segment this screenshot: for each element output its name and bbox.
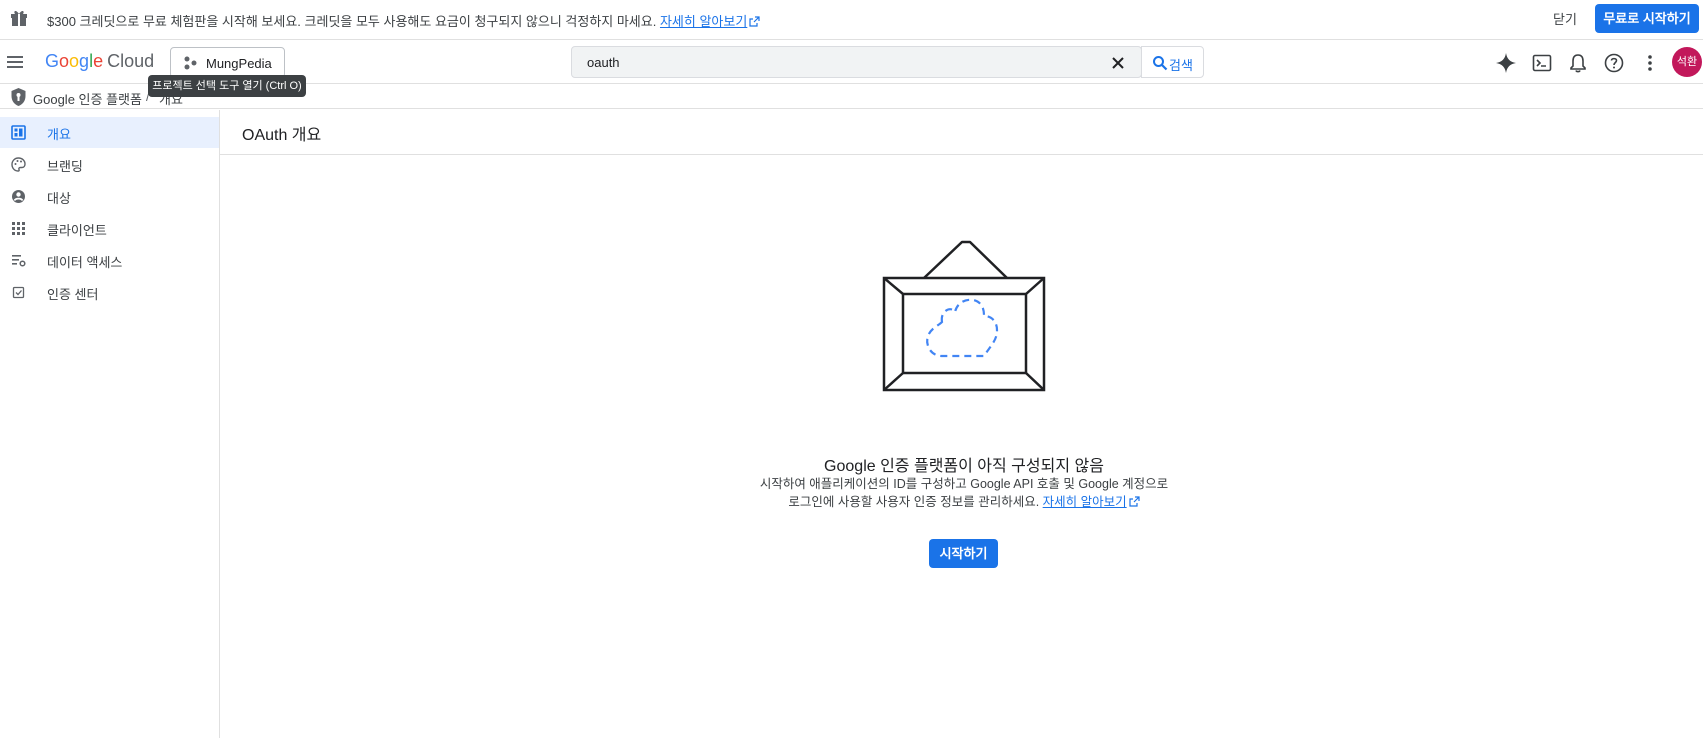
- start-free-button[interactable]: 무료로 시작하기: [1595, 4, 1699, 33]
- sidebar: 개요 브랜딩 대상 클라이언트 데이터 액세스 인증 센터: [0, 110, 220, 738]
- google-cloud-logo[interactable]: Google Cloud: [45, 51, 154, 72]
- sidebar-item-label: 데이터 액세스: [47, 255, 123, 270]
- search-input[interactable]: oauth: [571, 46, 1142, 78]
- search-button-label: 검색: [1169, 58, 1193, 73]
- sidebar-item-clients[interactable]: 클라이언트: [0, 213, 219, 244]
- external-link-icon: [749, 16, 760, 27]
- sidebar-item-label: 개요: [47, 127, 71, 142]
- sidebar-item-label: 대상: [47, 191, 71, 206]
- banner-text: $300 크레딧으로 무료 체험판을 시작해 보세요. 크레딧을 모두 사용해도…: [47, 14, 657, 29]
- clear-search-icon[interactable]: [1109, 54, 1127, 72]
- sidebar-item-label: 클라이언트: [47, 223, 107, 238]
- menu-icon[interactable]: [5, 52, 25, 72]
- sidebar-item-audience[interactable]: 대상: [0, 181, 219, 212]
- account-circle-icon: [12, 190, 25, 203]
- more-vert-icon[interactable]: [1639, 52, 1661, 74]
- project-picker-tooltip: 프로젝트 선택 도구 열기 (Ctrl O): [148, 75, 306, 97]
- sidebar-item-branding[interactable]: 브랜딩: [0, 149, 219, 180]
- empty-desc-line2: 로그인에 사용할 사용자 인증 정보를 관리하세요. 자세히 알아보기: [700, 493, 1228, 511]
- promo-banner: $300 크레딧으로 무료 체험판을 시작해 보세요. 크레딧을 모두 사용해도…: [0, 0, 1703, 40]
- data-settings-icon: [12, 255, 26, 267]
- empty-learn-more-link[interactable]: 자세히 알아보기: [1043, 495, 1140, 509]
- page-title: OAuth 개요: [242, 127, 322, 144]
- search-icon: [1153, 56, 1168, 71]
- banner-message: $300 크레딧으로 무료 체험판을 시작해 보세요. 크레딧을 모두 사용해도…: [47, 11, 760, 30]
- get-started-button[interactable]: 시작하기: [929, 539, 998, 568]
- banner-close-button[interactable]: 닫기: [1543, 8, 1587, 32]
- external-link-icon: [1129, 496, 1140, 507]
- empty-state-description: 시작하여 애플리케이션의 ID를 구성하고 Google API 호출 및 Go…: [700, 475, 1228, 511]
- logo-google: Google: [45, 51, 104, 71]
- help-icon[interactable]: [1603, 52, 1625, 74]
- project-picker-button[interactable]: MungPedia: [170, 47, 285, 78]
- cloud-shell-terminal-icon[interactable]: [1531, 52, 1553, 74]
- empty-desc-text: 로그인에 사용할 사용자 인증 정보를 관리하세요.: [788, 495, 1040, 509]
- sidebar-item-label: 인증 센터: [47, 287, 99, 302]
- palette-icon: [11, 157, 26, 172]
- dashboard-icon: [11, 125, 26, 140]
- search-value: oauth: [587, 55, 620, 70]
- gemini-sparkle-icon[interactable]: [1495, 52, 1517, 74]
- empty-state-frame-cloud-icon: [882, 240, 1046, 392]
- sidebar-item-overview[interactable]: 개요: [0, 117, 219, 148]
- search-button[interactable]: 검색: [1141, 46, 1204, 78]
- sidebar-item-verification-center[interactable]: 인증 센터: [0, 277, 219, 308]
- apps-grid-icon: [12, 222, 25, 235]
- sidebar-item-label: 브랜딩: [47, 159, 83, 174]
- gift-icon: [11, 10, 27, 26]
- verified-checkbox-icon: [12, 286, 25, 299]
- shield-icon: [11, 88, 26, 106]
- breadcrumb-root-link[interactable]: Google 인증 플랫폼: [33, 89, 142, 108]
- empty-desc-line1: 시작하여 애플리케이션의 ID를 구성하고 Google API 호출 및 Go…: [759, 477, 1169, 491]
- empty-state-title: Google 인증 플랫폼이 아직 구성되지 않음: [824, 458, 1104, 475]
- logo-cloud: Cloud: [107, 51, 155, 71]
- title-divider: [220, 154, 1703, 155]
- project-name: MungPedia: [206, 56, 272, 71]
- account-avatar[interactable]: 석환: [1672, 47, 1702, 77]
- notifications-bell-icon[interactable]: [1567, 52, 1589, 74]
- project-nodes-icon: [184, 56, 197, 70]
- sidebar-item-data-access[interactable]: 데이터 액세스: [0, 245, 219, 276]
- banner-learn-more-link[interactable]: 자세히 알아보기: [660, 14, 760, 29]
